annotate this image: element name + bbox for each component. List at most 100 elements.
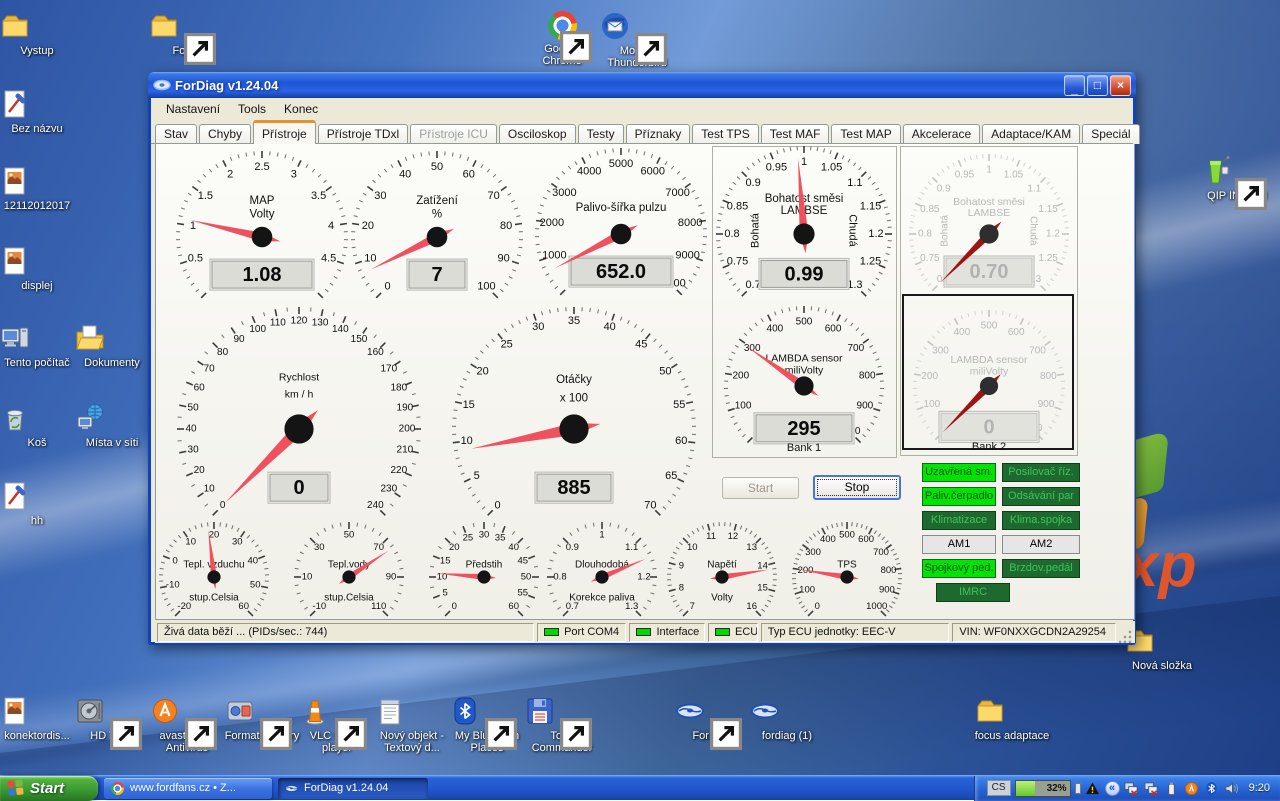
maximize-button[interactable]: □ — [1087, 75, 1108, 96]
desktop-icon-tento-pocitac[interactable]: Tento počítač — [0, 322, 75, 369]
status-port: Port COM4 — [537, 623, 626, 642]
menu-nastaveni[interactable]: Nastavení — [157, 100, 229, 118]
svg-text:220: 220 — [390, 465, 407, 476]
desktop-icon-fordiag-1[interactable]: fordiag (1) — [749, 695, 825, 742]
desktop-icon-novy-objekt[interactable]: Nový objekt - Textový d... — [374, 695, 450, 754]
start-menu-button[interactable]: Start — [0, 776, 98, 801]
avast-tray-icon[interactable] — [1184, 780, 1200, 796]
desktop-icon-12112012017[interactable]: 12112012017 — [0, 165, 75, 212]
indicator-posilovac-riz[interactable]: Posilovač říz. — [1002, 463, 1080, 482]
indicator-klima-spojka[interactable]: Klima.spojka — [1002, 511, 1080, 530]
gauge-palivo: 0100020003000400050006000700080009000100… — [525, 144, 717, 335]
gauge-hub — [284, 414, 313, 443]
tab-chyby[interactable]: Chyby — [199, 124, 251, 144]
gauge-hub — [840, 570, 853, 583]
gauge-needle — [471, 423, 600, 449]
battery-tray-icon[interactable] — [1164, 780, 1180, 796]
svg-text:30: 30 — [188, 445, 200, 456]
desktop-icon-vystup[interactable]: Vystup — [0, 10, 75, 57]
resize-grip[interactable] — [1119, 629, 1133, 643]
network-disconnected-icon-2[interactable] — [1144, 780, 1160, 796]
tab-stav[interactable]: Stav — [155, 124, 197, 144]
tab-priznaky[interactable]: Příznaky — [626, 124, 691, 144]
tab-pristroje-tdxl[interactable]: Přístroje TDxl — [318, 124, 408, 144]
desktop-icon-fotky[interactable]: Fotky — [148, 10, 224, 57]
tab-osciloskop[interactable]: Osciloskop — [499, 124, 576, 144]
battery-meter[interactable]: 32% — [1015, 780, 1071, 797]
svg-text:7: 7 — [690, 601, 695, 612]
tab-test-maf[interactable]: Test MAF — [761, 124, 830, 144]
indicator-brzdov-pedal[interactable]: Brzdov.pedál — [1002, 559, 1080, 578]
indicator-imrc[interactable]: IMRC — [936, 583, 1010, 602]
menu-tools[interactable]: Tools — [229, 100, 275, 118]
svg-text:6000: 6000 — [641, 166, 665, 178]
tab-test-tps[interactable]: Test TPS — [692, 124, 758, 144]
taskbar: Start www.fordfans.cz • Z... ForDiag v1.2… — [0, 775, 1280, 800]
indicator-am2[interactable]: AM2 — [1002, 535, 1080, 554]
taskbar-task-fordiag-v1-24-04[interactable]: ForDiag v1.24.04 — [278, 778, 428, 799]
desktop-icon-qip-infium[interactable]: QIP INFIUM — [1199, 155, 1275, 202]
svg-text:3: 3 — [291, 169, 297, 181]
taskbar-task-www-fordfans-cz-z[interactable]: www.fordfans.cz • Z... — [104, 778, 272, 799]
desktop-icon-format-factory[interactable]: Format Factory — [224, 695, 300, 742]
desktop-icon-label: Nová složka — [1124, 660, 1200, 672]
language-indicator[interactable]: CS — [987, 780, 1011, 796]
desktop-icon-fordiag-zastupce[interactable]: ForDiag — [674, 695, 750, 742]
network-disconnected-icon-1[interactable] — [1124, 780, 1140, 796]
indicator-am1[interactable]: AM1 — [922, 535, 996, 554]
indicator-klimatizace[interactable]: Klimatizace — [922, 511, 996, 530]
svg-text:200: 200 — [399, 424, 416, 435]
menu-konec[interactable]: Konec — [275, 100, 327, 118]
tab-testy[interactable]: Testy — [578, 124, 624, 144]
minimize-button[interactable]: _ — [1064, 75, 1085, 96]
volume-icon[interactable] — [1224, 780, 1240, 796]
indicator-odsavani-par[interactable]: Odsávání par — [1002, 487, 1080, 506]
indicator-uzavrena-sm[interactable]: Uzavřená sm. — [922, 463, 996, 482]
desktop-icon-avast-free-antivirus[interactable]: avast! Free Antivirus — [149, 695, 225, 754]
close-button[interactable]: × — [1110, 75, 1131, 96]
desktop-icon-mozilla-thunderbird[interactable]: Mozilla Thunderbird — [599, 10, 675, 69]
bluetooth-tray-icon[interactable] — [1204, 780, 1220, 796]
svg-text:13: 13 — [746, 542, 757, 553]
desktop-icon-focus-adaptace[interactable]: focus adaptace — [974, 695, 1050, 742]
tab-adaptace-kam[interactable]: Adaptace/KAM — [982, 124, 1080, 144]
svg-text:50: 50 — [521, 572, 532, 583]
desktop-icon-my-bluetooth-places[interactable]: My Bluetooth Places — [449, 695, 525, 754]
svg-text:30: 30 — [374, 190, 386, 202]
desktop-icon-total-commander[interactable]: Total Commander — [524, 695, 600, 754]
desktop-icon-hd-tune[interactable]: HD Tune — [74, 695, 150, 742]
desktop-icon-kos[interactable]: Koš — [0, 402, 75, 449]
tab-pristroje[interactable]: Přístroje — [253, 120, 316, 144]
desktop-icon-mista-v-siti[interactable]: Místa v síti — [74, 402, 150, 449]
desktop-icon-label: Vystup — [0, 45, 75, 57]
tab-pristroje-icu[interactable]: Přístroje ICU — [410, 124, 497, 144]
svg-text:190: 190 — [397, 403, 414, 414]
taskbar-clock[interactable]: 9:20 — [1249, 782, 1270, 794]
desktop-icon-vlc-media-player[interactable]: VLC media player — [299, 695, 375, 754]
desktop-icon-dokumenty[interactable]: Dokumenty — [74, 322, 150, 369]
desktop-icon-konektordis[interactable]: konektordis... — [0, 695, 75, 742]
gauge-napeti: 78910111213141516NapětíVolty — [657, 512, 787, 620]
tab-akcelerace[interactable]: Akcelerace — [903, 124, 980, 144]
desktop-icon-hh[interactable]: hh — [0, 480, 75, 527]
hide-icons-chevron[interactable]: « — [1105, 781, 1120, 796]
svg-text:60: 60 — [675, 435, 687, 447]
svg-text:0: 0 — [209, 280, 215, 292]
stop-button[interactable]: Stop — [813, 475, 901, 500]
status-message: Živá data běží ... (PIDs/sec.: 744) — [157, 623, 534, 642]
indicator-spojkovy-ped[interactable]: Spojkový ped. — [922, 559, 996, 578]
gauge-tepl-vody: -101030507090110Tepl.vodystup.Celsia — [284, 512, 414, 620]
start-button[interactable]: Start — [722, 477, 799, 499]
desktop-icon-bez-nazvu[interactable]: Bez názvu — [0, 88, 75, 135]
window-titlebar[interactable]: ForDiag v1.24.04 _ □ × — [148, 72, 1136, 98]
warning-icon[interactable] — [1085, 780, 1101, 796]
gauge-otacky: 0510152025303540455055606570Otáčkyx 1008… — [442, 297, 706, 566]
desktop-icon-displej[interactable]: displej — [0, 245, 75, 292]
tab-special[interactable]: Speciál — [1082, 124, 1139, 144]
svg-text:800: 800 — [881, 565, 897, 576]
desktop-icon-google-chrome[interactable]: Google Chrome — [524, 10, 600, 67]
indicator-paliv-cerpadlo[interactable]: Paliv.čerpadlo — [922, 487, 996, 506]
tab-test-map[interactable]: Test MAP — [831, 124, 900, 144]
shortcut-arrow-icon — [560, 718, 571, 729]
svg-text:60: 60 — [238, 601, 249, 612]
